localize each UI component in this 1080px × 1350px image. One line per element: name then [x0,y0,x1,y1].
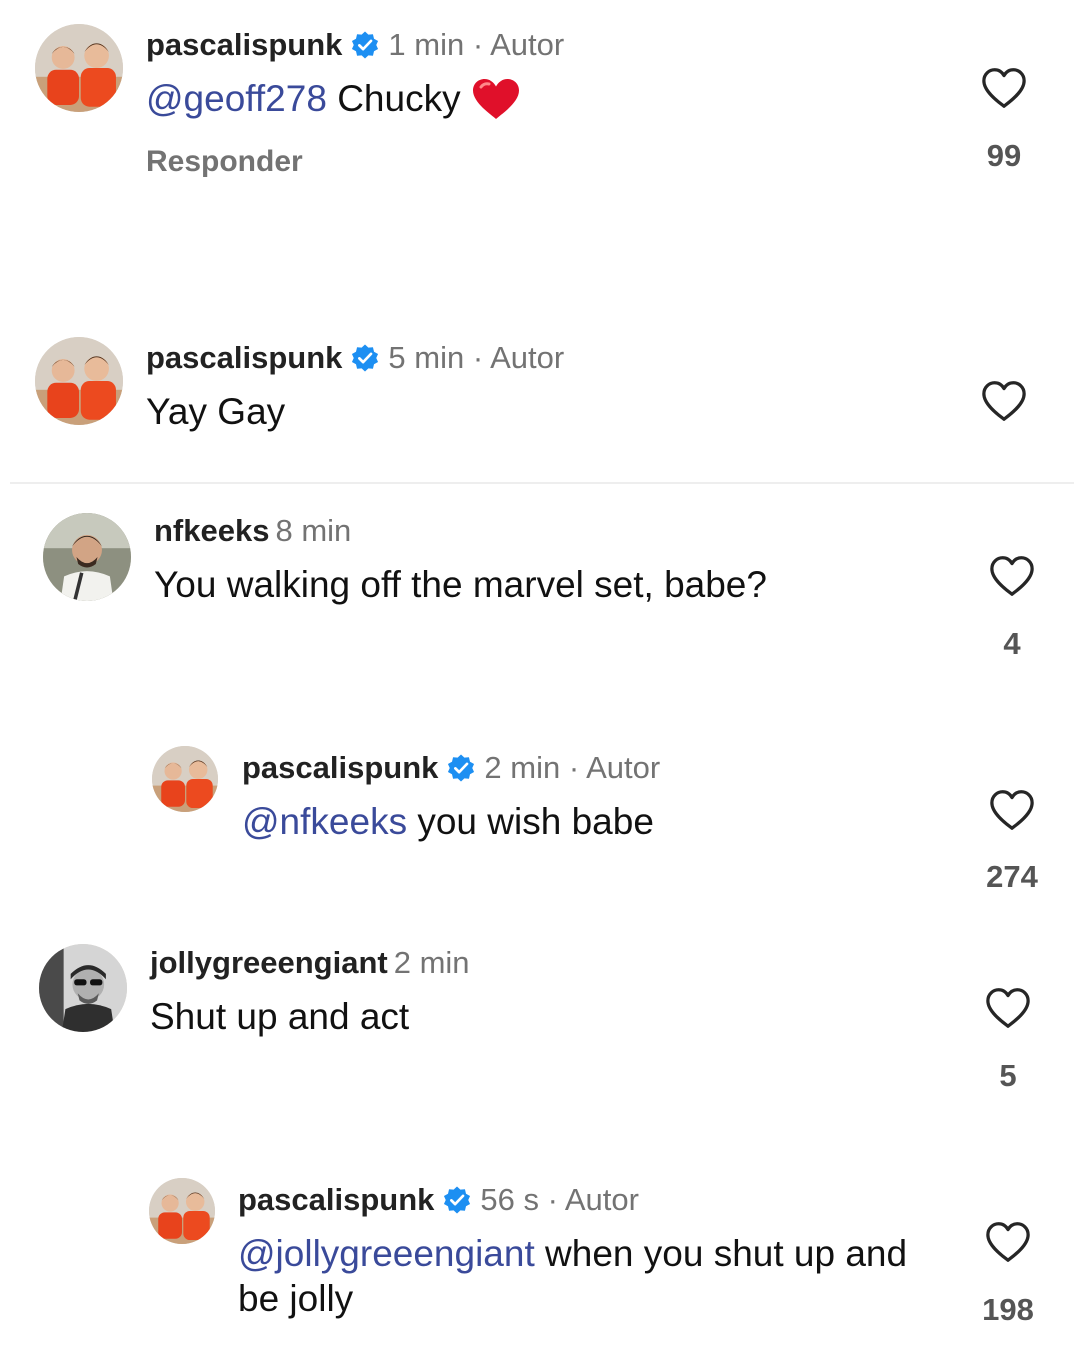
mention-link[interactable]: @nfkeeks [242,801,407,842]
verified-badge-icon [446,753,476,783]
meta-separator: · [464,27,491,62]
avatar-pascalispunk[interactable] [152,746,218,812]
username[interactable]: pascalispunk [146,340,342,375]
comment-header: pascalispunk 2 min · Autor [242,749,660,787]
verified-badge-icon [442,1185,472,1215]
comment-text: @nfkeeks you wish babe [242,799,942,844]
like-heart-icon[interactable] [981,66,1027,110]
timestamp: 5 min [388,340,465,375]
like-heart-icon[interactable] [985,1220,1031,1264]
author-tag: Autor [490,27,565,62]
comment-body: Shut up and act [150,996,410,1037]
like-heart-icon[interactable] [981,379,1027,423]
comment-text: Yay Gay [146,389,926,434]
timestamp: 56 s [480,1182,540,1217]
author-tag: Autor [586,750,661,785]
avatar-image [35,24,123,112]
avatar-image [149,1178,215,1244]
reply-button[interactable]: Responder [146,145,303,179]
section-divider [10,482,1074,484]
comment-body: you wish babe [407,801,654,842]
username[interactable]: jollygreeengiant [150,945,388,980]
username[interactable]: nfkeeks [154,513,269,548]
like-count[interactable]: 274 [972,859,1052,895]
comment-body: Chucky [326,78,461,119]
author-tag: Autor [564,1182,639,1217]
comment-body: You walking off the marvel set, babe? [154,564,767,605]
avatar-jollygreeengiant[interactable] [39,944,127,1032]
like-count[interactable]: 198 [968,1292,1048,1328]
mention-link[interactable]: @geoff278 [146,78,327,119]
comment-meta: 2 min [394,945,470,980]
like-count[interactable]: 99 [964,138,1044,174]
avatar-image [152,746,218,812]
comment-text: Shut up and act [150,994,930,1039]
red-heart-emoji [471,77,521,121]
like-count[interactable]: 5 [968,1058,1048,1094]
comment-text: @jollygreeengiant when you shut up and b… [238,1231,918,1321]
meta-separator: · [464,340,491,375]
comment-header: nfkeeks 8 min [154,512,351,550]
avatar-pascalispunk[interactable] [149,1178,215,1244]
comment-header: pascalispunk 56 s · Autor [238,1181,639,1219]
comment-meta: 8 min [275,513,351,548]
avatar-image [39,944,127,1032]
avatar-pascalispunk[interactable] [35,337,123,425]
avatar-nfkeeks[interactable] [43,513,131,601]
comment-meta: 1 min · Autor [388,27,564,62]
mention-link[interactable]: @jollygreeengiant [238,1233,535,1274]
avatar-image [35,337,123,425]
verified-badge-icon [350,30,380,60]
comment-header: pascalispunk 1 min · Autor [146,26,564,64]
timestamp: 1 min [388,27,465,62]
like-heart-icon[interactable] [989,788,1035,832]
like-heart-icon[interactable] [989,554,1035,598]
comment-header: pascalispunk 5 min · Autor [146,339,564,377]
like-heart-icon[interactable] [985,986,1031,1030]
avatar-image [43,513,131,601]
username[interactable]: pascalispunk [242,750,438,785]
meta-separator: · [560,750,587,785]
comment-text: You walking off the marvel set, babe? [154,562,934,607]
username[interactable]: pascalispunk [146,27,342,62]
comment-body: Yay Gay [146,391,286,432]
verified-badge-icon [350,343,380,373]
timestamp: 2 min [484,750,561,785]
timestamp: 8 min [275,513,352,548]
avatar-pascalispunk[interactable] [35,24,123,112]
comment-meta: 56 s · Autor [480,1182,639,1217]
meta-separator: · [539,1182,565,1217]
like-count[interactable]: 4 [972,626,1052,662]
comment-text: @geoff278 Chucky [146,76,926,121]
comment-meta: 2 min · Autor [484,750,660,785]
timestamp: 2 min [393,945,470,980]
username[interactable]: pascalispunk [238,1182,434,1217]
comment-meta: 5 min · Autor [388,340,564,375]
comment-header: jollygreeengiant 2 min [150,944,470,982]
author-tag: Autor [490,340,565,375]
